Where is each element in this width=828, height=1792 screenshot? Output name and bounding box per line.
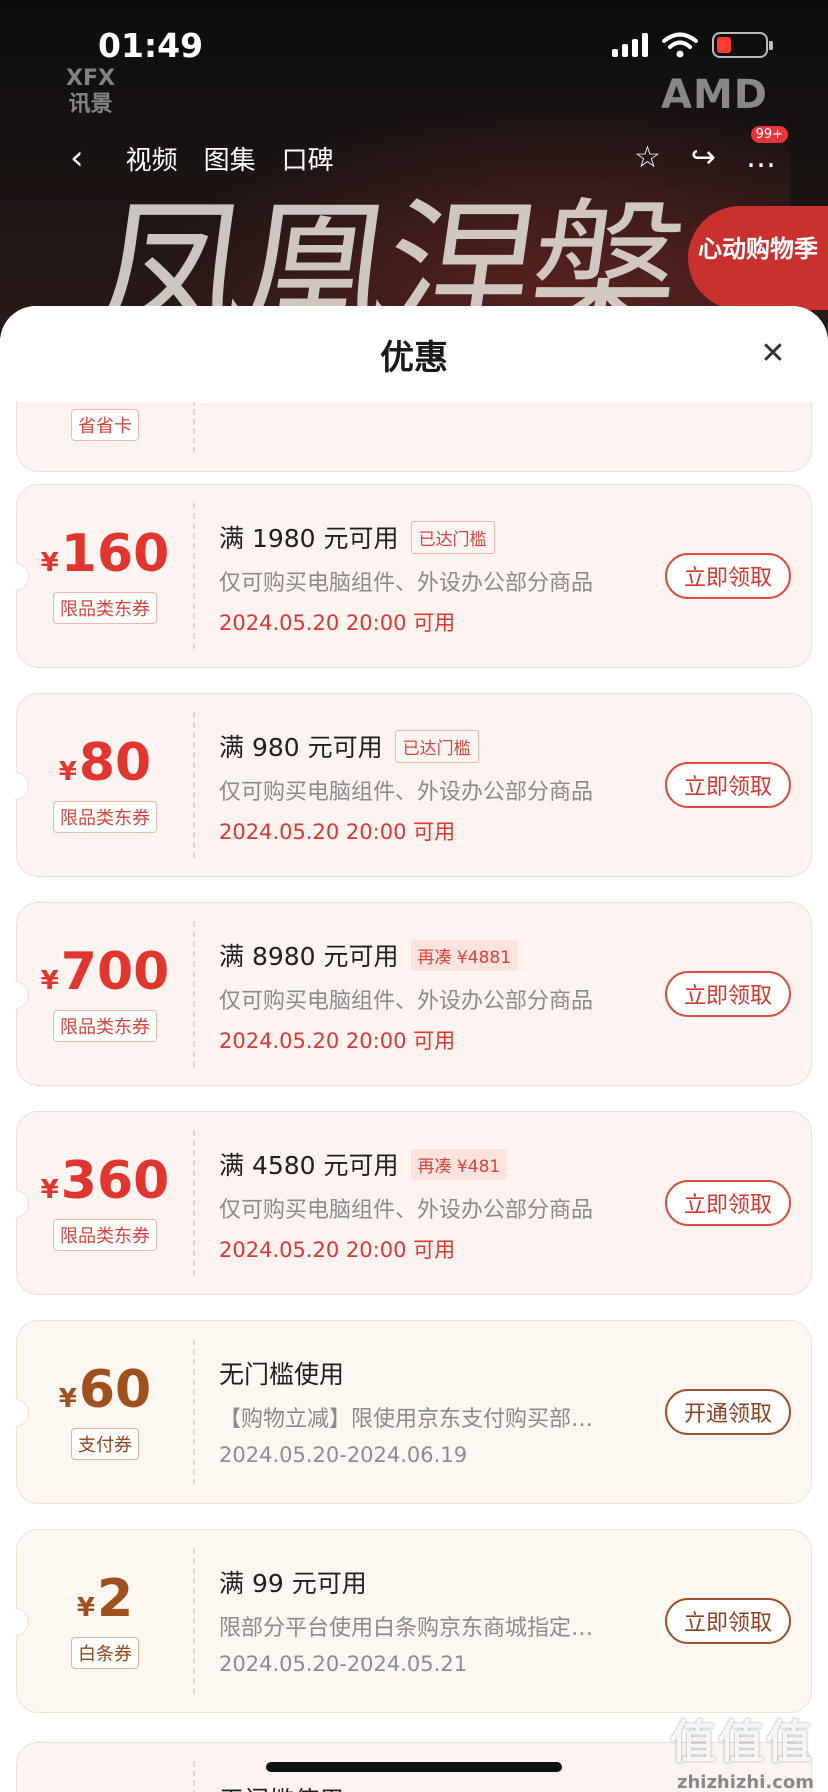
home-indicator <box>266 1762 562 1772</box>
brand-logo-left: XFX 讯景 <box>66 66 115 117</box>
coupon-value: ¥80 限品类东券 <box>17 694 193 876</box>
coupon-date: 2024.05.20 20:00 可用 <box>219 820 456 844</box>
tab-gallery[interactable]: 图集 <box>204 140 256 177</box>
more-icon[interactable]: … 99+ <box>746 126 788 175</box>
claim-coupon-button[interactable]: 立即领取 <box>665 1180 791 1226</box>
coupon-value: ¥160 限品类东券 <box>17 485 193 667</box>
threshold-pill: 已达门槛 <box>394 729 479 763</box>
coupon-condition: 满 4580 元可用 <box>219 1151 399 1180</box>
coupon-date: 2024.05.20 20:00 可用 <box>219 1029 456 1053</box>
coupon-info: 满 8980 元可用 再凑 ¥4881 仅可购买电脑组件、外设办公部分商品 2024.… <box>219 937 609 1055</box>
coupon-type-tag: 限品类东券 <box>53 592 157 624</box>
close-icon[interactable]: ✕ <box>758 336 788 371</box>
site-watermark: 值值值 zhizhizhi.com <box>670 1715 814 1792</box>
threshold-pill: 再凑 ¥4881 <box>410 939 519 971</box>
coupon-condition: 满 8980 元可用 <box>219 942 399 971</box>
sheet-title: 优惠 <box>380 337 448 378</box>
cellular-signal-icon <box>612 33 648 57</box>
claim-coupon-button[interactable]: 立即领取 <box>665 1598 791 1644</box>
message-count-badge: 99+ <box>750 126 788 143</box>
currency-symbol: ¥ <box>58 757 77 787</box>
coupon-amount: 360 <box>60 1151 170 1211</box>
coupon-description: 仅可购买电脑组件、外设办公部分商品 <box>219 1198 594 1223</box>
coupon-amount: 2 <box>96 1569 134 1629</box>
threshold-pill: 再凑 ¥481 <box>410 1148 508 1180</box>
share-icon[interactable]: ↪ <box>691 140 716 175</box>
coupon-condition: 满 980 元可用 <box>219 733 383 762</box>
wifi-icon <box>662 32 698 58</box>
discount-sheet: 优惠 ✕ 省省卡 ¥160 限品类东券满 1980 元可用 已达门槛 仅可购买电脑组件… <box>0 306 828 1792</box>
tab-video[interactable]: 视频 <box>126 140 178 177</box>
coupon-type-tag: 限品类东券 <box>53 801 157 833</box>
currency-symbol: ¥ <box>40 966 59 996</box>
status-icons <box>612 32 773 58</box>
currency-symbol: ¥ <box>76 1593 95 1623</box>
favorite-star-icon[interactable]: ☆ <box>634 140 661 175</box>
coupon-card: ¥80 限品类东券 满 980 元可用 已达门槛仅可购买电脑组件、外设办公部分商品 20… <box>15 693 812 877</box>
coupon-card: ¥2 白条券 满 99 元可用限部分平台使用白条购京东商城指定… 2024.05.20… <box>15 1529 812 1713</box>
coupon-description: 限部分平台使用白条购京东商城指定… <box>219 1616 594 1641</box>
coupon-condition: 无门槛使用 <box>219 1360 345 1389</box>
coupon-date: 2024.05.20-2024.05.21 <box>219 1652 468 1676</box>
coupon-condition: 满 99 元可用 <box>219 1569 367 1598</box>
tab-reviews[interactable]: 口碑 <box>282 140 334 177</box>
coupon-description: 仅可购买电脑组件、外设办公部分商品 <box>219 989 594 1014</box>
coupon-type-tag: 限品类东券 <box>53 1010 157 1042</box>
media-nav: ‹ 视频 图集 口碑 <box>70 138 334 178</box>
coupon-value: ¥360 限品类东券 <box>17 1112 193 1294</box>
coupon-amount: 700 <box>60 942 170 1002</box>
coupon-card: ¥60 支付券 无门槛使用【购物立减】限使用京东支付购买部… 2024.05.20-2… <box>15 1320 812 1504</box>
coupon-date: 2024.05.20 20:00 可用 <box>219 1238 456 1262</box>
coupon-card: ¥360 限品类东券 满 4580 元可用 再凑 ¥481 仅可购买电脑组件、外设办公部… <box>15 1111 812 1295</box>
status-time: 01:49 <box>98 26 204 65</box>
coupon-amount: 60 <box>78 1360 152 1420</box>
coupon-condition: 无门槛使用 <box>219 1781 609 1792</box>
currency-symbol: ¥ <box>58 1384 77 1414</box>
nav-actions: ☆ ↪ … 99+ <box>634 126 788 175</box>
currency-symbol: ¥ <box>40 1175 59 1205</box>
threshold-pill: 已达门槛 <box>410 520 495 554</box>
claim-coupon-button[interactable]: 立即领取 <box>665 762 791 808</box>
coupon-info: 满 4580 元可用 再凑 ¥481 仅可购买电脑组件、外设办公部分商品 2024.0… <box>219 1146 609 1264</box>
claim-coupon-button[interactable]: 立即领取 <box>665 553 791 599</box>
coupon-description: 仅可购买电脑组件、外设办公部分商品 <box>219 571 594 596</box>
brand-logo-right: AMD <box>661 72 768 118</box>
coupon-value: ¥60 支付券 <box>17 1321 193 1503</box>
coupon-description: 仅可购买电脑组件、外设办公部分商品 <box>219 780 594 805</box>
coupon-description: 【购物立减】限使用京东支付购买部… <box>219 1407 594 1432</box>
coupon-condition: 满 1980 元可用 <box>219 524 399 553</box>
coupon-amount: 160 <box>60 524 170 584</box>
coupon-info: 无门槛使用【购物立减】限使用京东支付购买部… 2024.05.20-2024.06… <box>219 1355 609 1467</box>
coupon-date: 2024.05.20-2024.06.19 <box>219 1443 468 1467</box>
coupon-value: ¥700 限品类东券 <box>17 903 193 1085</box>
sheet-header: 优惠 ✕ <box>0 306 828 402</box>
coupon-card: ¥160 限品类东券 满 1980 元可用 已达门槛仅可购买电脑组件、外设办公部分商品… <box>15 484 812 668</box>
coupon-type-tag: 白条券 <box>71 1637 139 1669</box>
coupon-amount: 80 <box>78 733 152 793</box>
coupon-card: ¥700 限品类东券 满 8980 元可用 再凑 ¥4881 仅可购买电脑组件、外设办公… <box>15 902 812 1086</box>
currency-symbol: ¥ <box>40 548 59 578</box>
coupon-date: 2024.05.20 20:00 可用 <box>219 611 456 635</box>
back-arrow-icon[interactable]: ‹ <box>70 138 84 178</box>
claim-coupon-button[interactable]: 立即领取 <box>665 971 791 1017</box>
coupon-info: 满 980 元可用 已达门槛仅可购买电脑组件、外设办公部分商品 2024.05.20… <box>219 728 609 846</box>
battery-icon <box>712 32 773 58</box>
coupon-info: 满 99 元可用限部分平台使用白条购京东商城指定… 2024.05.20-2024… <box>219 1564 609 1676</box>
claim-coupon-button[interactable]: 开通领取 <box>665 1389 791 1435</box>
coupon-tag: 省省卡 <box>71 409 139 441</box>
promo-badge: 心动购物季 <box>688 206 828 310</box>
coupon-value: ¥2 白条券 <box>17 1530 193 1712</box>
product-banner: 凤凰涅槃 01:49 XFX 讯景 AMD ‹ 视频 图集 口碑 ☆ ↪ … 9… <box>0 0 828 330</box>
coupon-type-tag: 支付券 <box>71 1428 139 1460</box>
coupon-type-tag: 限品类东券 <box>53 1219 157 1251</box>
coupon-info: 满 1980 元可用 已达门槛仅可购买电脑组件、外设办公部分商品 2024.05.2… <box>219 519 609 637</box>
